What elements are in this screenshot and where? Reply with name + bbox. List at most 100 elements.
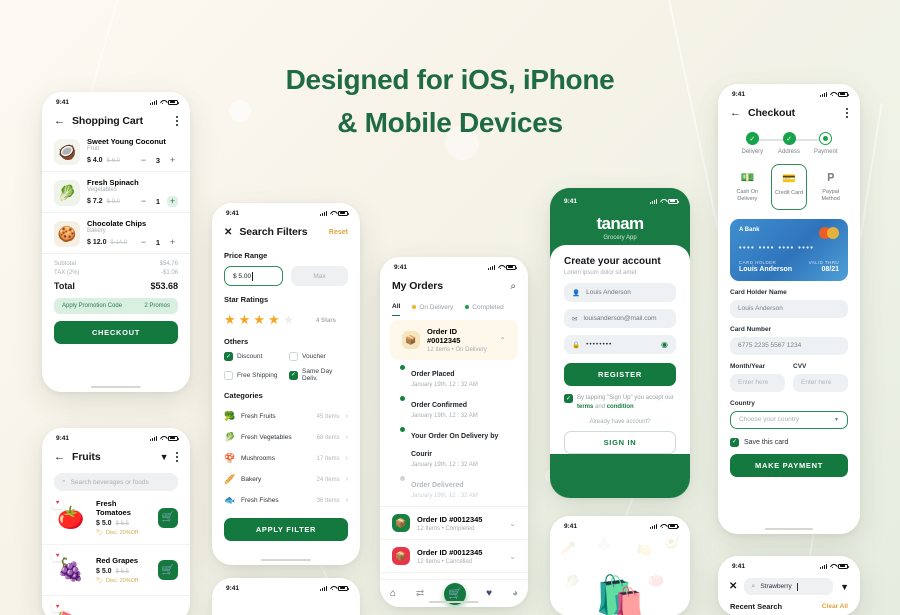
more-vertical-icon[interactable] [175,451,179,463]
card-number-input[interactable]: 6775 2235 5567 1234 [730,336,848,355]
clear-all-button[interactable]: Clear All [822,603,848,610]
checkbox-icon[interactable] [289,352,298,361]
add-to-cart-button[interactable]: 🛒 [158,507,178,528]
apply-promo-button[interactable]: Apply Promotion Code 2 Promos [54,298,178,314]
checkout-button[interactable]: CHECKOUT [54,321,178,344]
payment-method-cod[interactable]: 💵 Cash On Delivery [730,164,765,210]
register-heading: Create your account [564,256,661,267]
close-icon[interactable]: ✕ [224,227,232,238]
product-row[interactable]: 🍇 ♥ Red Grapes $ 5.0 $ 6.5 🏷 Disc. 20%Off… [42,545,190,596]
payment-method-paypal[interactable]: 𝐏 Paypal Method [813,164,848,210]
step-label: Delivery [741,149,764,155]
cart-row[interactable]: 🥬 Fresh Spinach Vegetables $ 7.2 $ 9.0 −… [42,172,190,213]
star-icon[interactable]: ★ [283,313,295,326]
order-card-expanded[interactable]: 📦 Order ID #0012345 12 Items • On Delive… [390,320,518,360]
order-card[interactable]: 📦 Order ID #0012345 12 Items • Completed… [380,506,528,539]
category-row[interactable]: 🥖 Bakery 24 Items › [212,469,360,490]
star-icon[interactable]: ★ [268,313,280,326]
decrease-qty-button[interactable]: − [138,237,149,248]
register-button[interactable]: REGISTER [564,363,676,386]
make-payment-button[interactable]: MAKE PAYMENT [730,453,848,477]
more-vertical-icon[interactable] [845,107,849,119]
close-icon[interactable]: ✕ [729,581,737,592]
back-icon[interactable]: ← [54,115,65,127]
search-input[interactable]: ⌕ Search beverages or foods [54,473,178,491]
country-label: Country [730,399,755,407]
cart-row[interactable]: 🥥 Sweet Young Coconut Fruit $ 4.0 $ 6.0 … [42,131,190,172]
terms-link[interactable]: terms [577,404,593,410]
more-vertical-icon[interactable] [175,115,179,127]
month-year-input[interactable]: Enter here [730,373,785,392]
favorite-icon[interactable]: ♥ [52,601,63,612]
product-row[interactable]: 🍅 ♥ Fresh Tomatoes $ 5.0 $ 6.5 🏷 Disc. 20… [42,491,190,545]
increase-qty-button[interactable]: + [167,196,178,207]
checkbox-icon[interactable]: ✓ [289,370,298,380]
chevron-down-icon[interactable]: ⌄ [509,552,516,561]
category-row[interactable]: 🐟 Fresh Fishes 36 Items › [212,490,360,511]
max-price-input[interactable]: Max [291,266,348,286]
filter-option-same-day[interactable]: ✓ Same Day Deliv. [289,368,348,382]
tab-on-delivery[interactable]: On Delivery [412,303,453,316]
step-delivery[interactable]: ✓ Delivery [734,132,771,155]
step-address[interactable]: ✓ Address [771,132,808,155]
checkbox-icon[interactable]: ✓ [224,352,233,361]
increase-qty-button[interactable]: + [167,155,178,166]
chevron-down-icon[interactable]: ⌄ [509,519,516,528]
signin-button[interactable]: SIGN IN [564,431,676,454]
card-holder-input[interactable]: Louis Anderson [730,299,848,318]
decrease-qty-button[interactable]: − [138,196,149,207]
back-icon[interactable]: ← [730,107,741,119]
eye-icon[interactable]: ◉ [661,340,668,349]
condition-link[interactable]: condition [607,404,634,410]
password-field[interactable]: 🔒 •••••••• ◉ [564,335,676,354]
tab-completed[interactable]: Completed [465,303,504,316]
chevron-up-icon[interactable]: ⌃ [499,336,506,345]
search-icon[interactable]: ⌕ [510,281,516,292]
favorite-icon[interactable]: ♥ [52,497,63,509]
checkbox-icon[interactable]: ✓ [564,394,573,403]
save-card-row[interactable]: ✓ Save this card [730,437,848,447]
apply-filter-button[interactable]: APPLY FILTER [224,518,348,541]
filter-icon[interactable]: ▼ [840,582,849,592]
star-icon[interactable]: ★ [224,313,236,326]
filter-option-free-shipping[interactable]: Free Shipping [224,368,283,382]
home-icon[interactable]: ⌂ [390,588,396,599]
payment-method-credit-card[interactable]: 💳 Credit Card [770,164,808,210]
product-row[interactable]: 🍉 ♥ Fresh Watermelon [42,596,190,615]
cvv-input[interactable]: Enter here [793,373,848,392]
checkbox-icon[interactable] [224,370,233,380]
card-number-label: Card Number [730,325,772,333]
heart-icon[interactable]: ♥ [486,588,492,599]
star-rating-control[interactable]: ★ ★ ★ ★ ★ 4 Stars [212,310,360,328]
checkbox-icon[interactable]: ✓ [730,437,739,447]
filter-icon[interactable]: ▼ [160,452,169,462]
favorite-icon[interactable]: ♥ [52,550,63,561]
name-field[interactable]: 👤 Louis Anderson [564,283,676,302]
category-row[interactable]: 🥬 Fresh Vegetables 68 Items › [212,427,360,448]
decrease-qty-button[interactable]: − [138,155,149,166]
reset-button[interactable]: Reset [329,229,348,236]
filter-option-discount[interactable]: ✓ Discount [224,352,283,361]
increase-qty-button[interactable]: + [167,237,178,248]
filter-option-voucher[interactable]: Voucher [289,352,348,361]
battery-icon [338,210,349,216]
category-row[interactable]: 🍄 Mushrooms 17 Items › [212,448,360,469]
transfer-icon[interactable]: ⇄ [416,588,424,599]
card-holder-input-value: Louis Anderson [738,305,783,313]
step-payment[interactable]: Payment [807,132,844,155]
country-select[interactable]: Choose your country ▼ [730,410,848,429]
status-bar: 9:41 [42,92,190,109]
star-icon[interactable]: ★ [253,313,265,326]
cart-row[interactable]: 🍪 Chocolate Chips Bakery $ 12.0 $ 14.0 −… [42,213,190,254]
email-field[interactable]: ✉ louisanderson@mail.com [564,309,676,328]
order-card[interactable]: 📦 Order ID #0012345 12 Items • Cancelled… [380,539,528,572]
add-to-cart-button[interactable]: 🛒 [158,560,178,580]
back-icon[interactable]: ← [54,451,65,463]
tab-all[interactable]: All [392,303,401,316]
search-input[interactable]: ⌕ Strawberry [744,578,834,595]
profile-icon[interactable]: ◕ [512,588,518,599]
battery-icon [506,264,517,270]
star-icon[interactable]: ★ [239,313,251,326]
category-row[interactable]: 🥦 Fresh Fruits 45 Items › [212,406,360,427]
min-price-input[interactable]: $ 5.00 [224,266,283,286]
